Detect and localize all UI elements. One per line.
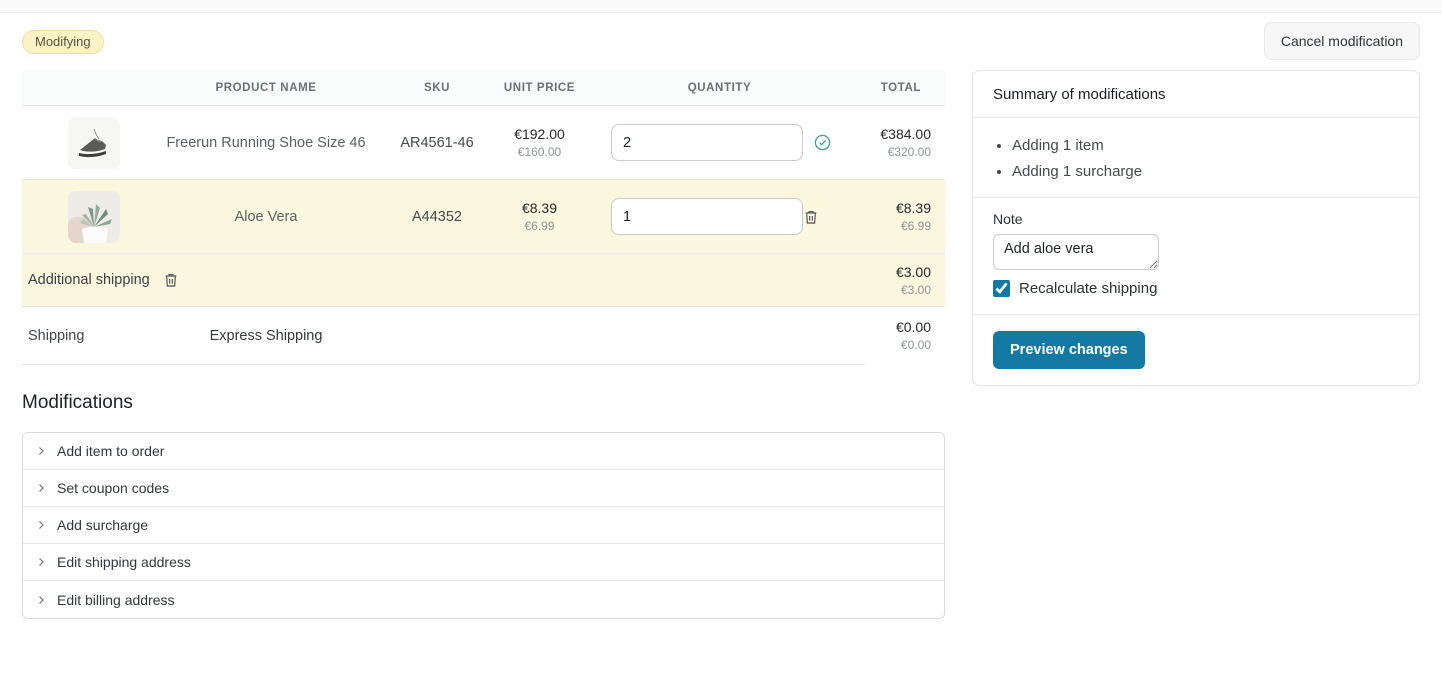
header-total: TOTAL xyxy=(842,82,945,94)
product-image-cell xyxy=(22,117,140,169)
total-cell: €384.00 €320.00 xyxy=(842,126,945,159)
order-items-table: PRODUCT NAME SKU UNIT PRICE QUANTITY TOT… xyxy=(22,70,945,365)
chevron-right-icon xyxy=(35,445,47,457)
modifications-title: Modifications xyxy=(22,392,945,414)
accordion-item-coupon-codes[interactable]: Set coupon codes xyxy=(23,470,944,507)
chevron-right-icon xyxy=(35,594,47,606)
accordion-item-edit-shipping-address[interactable]: Edit shipping address xyxy=(23,544,944,581)
check-circle-icon xyxy=(814,134,831,151)
shipping-row: Shipping Express Shipping €0.00 €0.00 xyxy=(22,307,945,364)
shipping-label: Shipping xyxy=(22,328,140,344)
remove-surcharge-button[interactable] xyxy=(163,272,179,288)
header-quantity: QUANTITY xyxy=(597,82,842,94)
note-label: Note xyxy=(993,211,1399,227)
header-unit-price: UNIT PRICE xyxy=(482,82,597,94)
table-header-row: PRODUCT NAME SKU UNIT PRICE QUANTITY TOT… xyxy=(22,70,945,106)
surcharge-label: Additional shipping xyxy=(28,272,150,288)
table-row: Freerun Running Shoe Size 46 AR4561-46 €… xyxy=(22,106,945,180)
total-price-original: €320.00 xyxy=(842,145,931,159)
preview-changes-button[interactable]: Preview changes xyxy=(993,331,1145,369)
unit-price-original: €6.99 xyxy=(482,219,597,233)
accordion-item-label: Edit shipping address xyxy=(57,554,191,570)
shipping-total: €0.00 xyxy=(842,319,931,335)
chevron-right-icon xyxy=(35,519,47,531)
unit-price: €8.39 xyxy=(482,200,597,216)
surcharge-total: €3.00 xyxy=(842,264,931,280)
accordion-item-label: Add surcharge xyxy=(57,517,148,533)
header-sku: SKU xyxy=(392,82,482,94)
accordion-item-label: Add item to order xyxy=(57,443,164,459)
surcharge-total-original: €3.00 xyxy=(842,283,931,297)
status-badge: Modifying xyxy=(22,30,104,54)
accordion-item-label: Set coupon codes xyxy=(57,480,169,496)
product-image-cell xyxy=(22,191,140,243)
total-cell: €0.00 €0.00 xyxy=(842,319,945,352)
chevron-right-icon xyxy=(35,556,47,568)
modifications-accordion: Add item to order Set coupon codes Add s… xyxy=(22,432,945,619)
total-cell: €8.39 €6.99 xyxy=(842,200,945,233)
summary-item: Adding 1 surcharge xyxy=(1012,163,1399,180)
note-textarea[interactable]: Add aloe vera xyxy=(993,234,1159,270)
total-price: €384.00 xyxy=(842,126,931,142)
remove-item-button[interactable] xyxy=(803,209,819,225)
chevron-right-icon xyxy=(35,482,47,494)
total-cell: €3.00 €3.00 xyxy=(842,264,945,297)
quantity-input[interactable] xyxy=(611,124,803,161)
summary-panel: Summary of modifications Adding 1 item A… xyxy=(972,70,1420,386)
summary-title: Summary of modifications xyxy=(973,71,1419,118)
trash-icon xyxy=(163,272,179,288)
table-bottom-divider xyxy=(22,364,865,365)
product-sku: A44352 xyxy=(392,209,482,225)
summary-item: Adding 1 item xyxy=(1012,137,1399,154)
unit-price-original: €160.00 xyxy=(482,145,597,159)
accordion-item-label: Edit billing address xyxy=(57,592,175,608)
cancel-modification-button[interactable]: Cancel modification xyxy=(1264,22,1420,60)
summary-list: Adding 1 item Adding 1 surcharge xyxy=(993,137,1399,180)
surcharge-row: Additional shipping €3.00 €3.00 xyxy=(22,254,945,307)
total-price-original: €6.99 xyxy=(842,219,931,233)
product-name: Aloe Vera xyxy=(140,209,392,225)
product-name: Freerun Running Shoe Size 46 xyxy=(140,135,392,151)
total-price: €8.39 xyxy=(842,200,931,216)
table-row: Aloe Vera A44352 €8.39 €6.99 xyxy=(22,180,945,254)
accordion-item-add-surcharge[interactable]: Add surcharge xyxy=(23,507,944,544)
unit-price: €192.00 xyxy=(482,126,597,142)
running-shoe-image xyxy=(68,117,120,169)
aloe-vera-image xyxy=(68,191,120,243)
header-product-name: PRODUCT NAME xyxy=(140,82,392,94)
top-divider-bar xyxy=(0,0,1442,13)
quantity-input[interactable] xyxy=(611,198,803,235)
shipping-method: Express Shipping xyxy=(140,328,392,344)
unit-price-cell: €192.00 €160.00 xyxy=(482,126,597,159)
trash-icon xyxy=(803,209,819,225)
product-sku: AR4561-46 xyxy=(392,135,482,151)
accordion-item-add-item[interactable]: Add item to order xyxy=(23,433,944,470)
recalculate-shipping-label[interactable]: Recalculate shipping xyxy=(1019,280,1157,297)
recalculate-shipping-checkbox[interactable] xyxy=(993,280,1010,297)
unit-price-cell: €8.39 €6.99 xyxy=(482,200,597,233)
shipping-total-original: €0.00 xyxy=(842,338,931,352)
accordion-item-edit-billing-address[interactable]: Edit billing address xyxy=(23,581,944,618)
toolbar: Modifying Cancel modification xyxy=(22,13,1420,70)
